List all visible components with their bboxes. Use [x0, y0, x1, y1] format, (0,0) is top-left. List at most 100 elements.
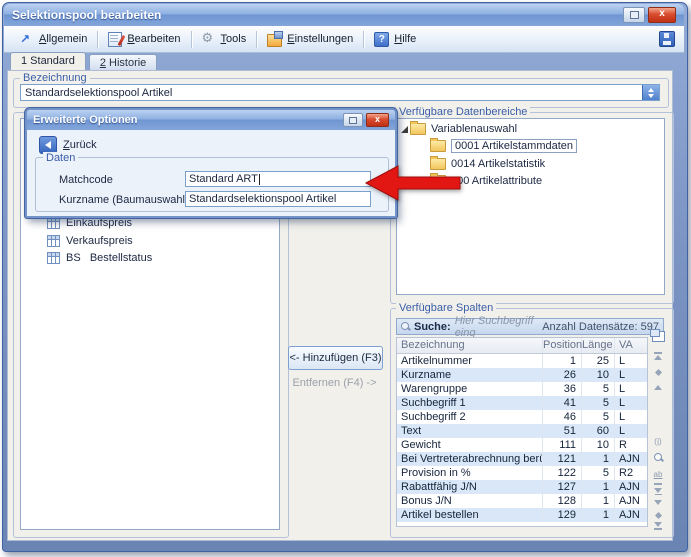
kurzname-label: Kurzname (Baumauswahl) — [59, 194, 189, 206]
arrow-up-right-icon — [20, 32, 34, 46]
table-row[interactable]: Provision in %1225R2 — [397, 466, 647, 480]
toolbar-button-einstellungen[interactable]: Einstellungen — [260, 30, 360, 49]
table-row[interactable]: Bonus J/N1281AJN — [397, 494, 647, 508]
grid-search-icon[interactable] — [650, 451, 666, 463]
list-item[interactable]: Verkaufspreis — [47, 233, 133, 249]
settings-icon — [267, 34, 282, 47]
daten-group-label: Daten — [43, 152, 78, 164]
table-row[interactable]: Bei Vertreterabrechnung berücksichtige12… — [397, 452, 647, 466]
table-cell: 111 — [543, 438, 582, 452]
search-bar[interactable]: Suche: Hier Suchbegriff eing Anzahl Date… — [396, 318, 664, 335]
list-item-label: BS Bestellstatus — [66, 252, 152, 264]
table-cell: 25 — [582, 354, 615, 368]
column-header-position[interactable]: Position — [543, 338, 582, 353]
table-row[interactable]: Text5160L — [397, 424, 647, 438]
table-row[interactable]: Suchbegriff 2465L — [397, 410, 647, 424]
table-row[interactable]: Rabattfähig J/N1271AJN — [397, 480, 647, 494]
toolbar-label: Hilfe — [394, 33, 416, 45]
table-cell: L — [615, 410, 647, 424]
column-header-laenge[interactable]: Länge — [582, 338, 615, 353]
go-next-icon[interactable] — [650, 496, 666, 508]
toolbar-button-bearbeiten[interactable]: Bearbeiten — [101, 30, 187, 49]
table-row[interactable]: Gewicht11110R — [397, 438, 647, 452]
erweiterte-optionen-dialog: Erweiterte Optionen Zurück Daten Matchco… — [25, 108, 397, 218]
list-item-label: Verkaufspreis — [66, 235, 133, 247]
close-button[interactable] — [648, 7, 676, 23]
kurzname-input[interactable]: Standardselektionspool Artikel — [185, 191, 371, 207]
move-up-icon[interactable] — [650, 366, 666, 378]
table-cell: 60 — [582, 424, 615, 438]
table-cell: 129 — [543, 508, 582, 522]
dialog-close-button[interactable] — [366, 113, 389, 127]
add-button[interactable]: <- Hinzufügen (F3) — [288, 346, 383, 370]
tab-strip: 1 Standard 2 Historie — [10, 53, 157, 70]
table-cell: 1 — [582, 480, 615, 494]
tree-item-label: Variablenauswahl — [431, 123, 517, 135]
bezeichnung-combobox[interactable]: Standardselektionspool Artikel — [20, 84, 660, 101]
column-header-bezeichnung[interactable]: Bezeichnung — [397, 338, 543, 353]
spalten-group-label: Verfügbare Spalten — [396, 303, 496, 314]
table-cell: Gewicht — [397, 438, 543, 452]
list-item[interactable]: BS Bestellstatus — [47, 250, 152, 266]
go-first-icon[interactable] — [650, 350, 666, 362]
table-cell: 1 — [582, 508, 615, 522]
table-cell: 5 — [582, 396, 615, 410]
combobox-spinner-button[interactable] — [642, 85, 659, 100]
matchcode-input[interactable]: Standard ART — [185, 171, 371, 187]
column-header-va[interactable]: VA — [615, 338, 647, 353]
toolbar-label: Bearbeiten — [127, 33, 180, 45]
annotation-arrow — [358, 160, 464, 204]
tree-root-variablenauswahl[interactable]: Variablenauswahl — [410, 121, 517, 136]
bezeichnung-group-label: Bezeichnung — [20, 73, 90, 84]
table-cell: Bonus J/N — [397, 494, 543, 508]
kurzname-value: Standardselektionspool Artikel — [189, 193, 336, 205]
restore-button[interactable] — [623, 7, 645, 23]
table-cell: 26 — [543, 368, 582, 382]
table-cell: 46 — [543, 410, 582, 424]
table-column-icon — [47, 252, 60, 264]
table-cell: L — [615, 354, 647, 368]
record-count: Anzahl Datensätze: 597 — [542, 321, 659, 333]
table-cell: AJN — [615, 508, 647, 522]
go-previous-icon[interactable] — [650, 381, 666, 393]
toolbar-button-tools[interactable]: Tools — [195, 30, 254, 48]
column-chooser-icon[interactable] — [650, 330, 666, 342]
table-row[interactable]: Warengruppe365L — [397, 382, 647, 396]
toolbar-separator — [97, 31, 98, 48]
tab-standard[interactable]: 1 Standard — [10, 52, 86, 70]
table-cell: Text — [397, 424, 543, 438]
tree-item-artikelstammdaten[interactable]: 0001 Artikelstammdaten — [430, 138, 577, 153]
toolbar-separator — [256, 31, 257, 48]
datenbereiche-group-label: Verfügbare Datenbereiche — [396, 107, 530, 118]
tree-expand-caret-icon[interactable] — [401, 126, 408, 133]
table-body: Artikelnummer125LKurzname2610LWarengrupp… — [397, 354, 647, 522]
toolbar-button-allgemein[interactable]: Allgemein — [13, 30, 94, 48]
tab-historie[interactable]: 2 Historie — [89, 54, 157, 70]
columns-table: Bezeichnung Position Länge VA Artikelnum… — [396, 337, 648, 527]
matchcode-label: Matchcode — [59, 174, 113, 186]
folder-icon — [430, 140, 446, 152]
go-last-icon[interactable] — [650, 520, 666, 532]
save-button[interactable] — [659, 31, 675, 47]
table-cell: L — [615, 382, 647, 396]
table-cell: 1 — [582, 452, 615, 466]
table-cell: 5 — [582, 410, 615, 424]
table-cell: 121 — [543, 452, 582, 466]
remove-button-disabled[interactable]: Entfernen (F4) -> — [288, 377, 381, 389]
table-cell: 10 — [582, 368, 615, 382]
table-row[interactable]: Kurzname2610L — [397, 368, 647, 382]
table-header-row: Bezeichnung Position Länge VA — [397, 338, 647, 354]
help-icon — [374, 32, 389, 47]
bezeichnung-value: Standardselektionspool Artikel — [21, 87, 642, 99]
table-cell: 51 — [543, 424, 582, 438]
show-groups-icon[interactable] — [650, 435, 666, 447]
table-row[interactable]: Artikel bestellen1291AJN — [397, 508, 647, 522]
table-row[interactable]: Artikelnummer125L — [397, 354, 647, 368]
matchcode-value: Standard ART — [189, 173, 258, 185]
table-row[interactable]: Suchbegriff 1415L — [397, 396, 647, 410]
folder-icon — [410, 123, 426, 135]
toolbar-button-hilfe[interactable]: Hilfe — [367, 30, 423, 49]
dialog-restore-button[interactable] — [343, 113, 363, 127]
tree-item-label: 000 Artikelattribute — [451, 175, 542, 187]
toolbar: Allgemein Bearbeiten Tools Einstellungen… — [4, 26, 684, 53]
